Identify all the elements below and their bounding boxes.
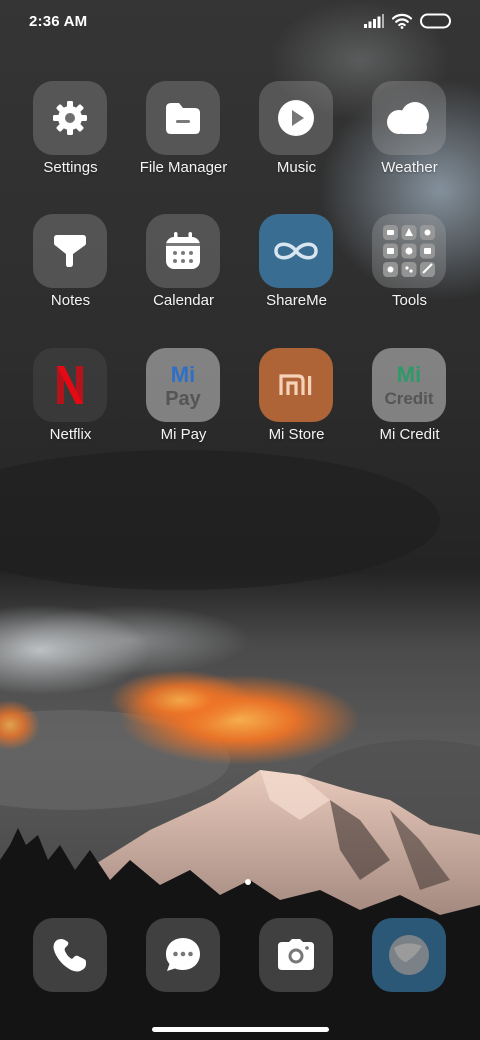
app-label: Notes <box>50 292 91 309</box>
app-label: Tools <box>391 292 428 309</box>
status-bar: 2:36 AM <box>0 0 480 44</box>
folder-icon <box>146 81 220 155</box>
wifi-icon <box>392 13 412 29</box>
battery-icon <box>420 13 451 29</box>
play-icon <box>259 81 333 155</box>
tools-grid-icon <box>372 214 446 288</box>
dock-messages[interactable] <box>146 918 220 992</box>
gear-icon <box>33 81 107 155</box>
svg-text:Credit: Credit <box>384 389 433 408</box>
infinity-icon <box>259 214 333 288</box>
status-icons <box>364 13 452 29</box>
svg-text:Pay: Pay <box>165 388 201 410</box>
app-netflix[interactable]: Netflix <box>14 348 127 468</box>
browser-icon <box>389 935 429 975</box>
app-label: File Manager <box>139 159 228 176</box>
dock-camera[interactable] <box>259 918 333 992</box>
app-mi-store[interactable]: Mi Store <box>240 348 353 468</box>
notes-icon <box>33 214 107 288</box>
app-calendar[interactable]: Calendar <box>127 214 240 334</box>
app-label: ShareMe <box>266 292 327 309</box>
app-label: Settings <box>43 159 98 176</box>
app-weather[interactable]: Weather <box>353 81 466 201</box>
app-notes[interactable]: Notes <box>14 214 127 334</box>
dock-browser[interactable] <box>372 918 446 992</box>
phone-icon <box>53 939 86 972</box>
netflix-icon <box>33 348 107 422</box>
cloud-icon <box>372 81 446 155</box>
mi-pay-icon: Mi Pay <box>146 348 220 422</box>
app-settings[interactable]: Settings <box>14 81 127 201</box>
messages-icon <box>166 938 200 971</box>
page-indicator-dot <box>245 879 251 885</box>
home-indicator[interactable] <box>152 1027 329 1032</box>
mi-credit-icon: Mi Credit <box>372 348 446 422</box>
app-shareme[interactable]: ShareMe <box>240 214 353 334</box>
svg-text:Mi: Mi <box>397 362 421 387</box>
app-label: Mi Pay <box>160 426 207 443</box>
app-music[interactable]: Music <box>240 81 353 201</box>
app-label: Mi Credit <box>379 426 440 443</box>
app-label: Netflix <box>49 426 92 443</box>
mi-store-icon <box>259 348 333 422</box>
app-tools[interactable]: Tools <box>353 214 466 334</box>
app-label: Calendar <box>153 292 214 309</box>
status-time: 2:36 AM <box>29 13 88 30</box>
svg-text:Mi: Mi <box>171 362 195 387</box>
app-mi-pay[interactable]: Mi Pay Mi Pay <box>127 348 240 468</box>
dock-phone[interactable] <box>33 918 107 992</box>
signal-icon <box>364 14 384 28</box>
camera-icon <box>278 939 314 970</box>
app-label: Music <box>276 159 317 176</box>
calendar-icon <box>146 214 220 288</box>
app-label: Mi Store <box>268 426 325 443</box>
app-label: Weather <box>381 159 438 176</box>
app-file-manager[interactable]: File Manager <box>127 81 240 201</box>
app-mi-credit[interactable]: Mi Credit Mi Credit <box>353 348 466 468</box>
